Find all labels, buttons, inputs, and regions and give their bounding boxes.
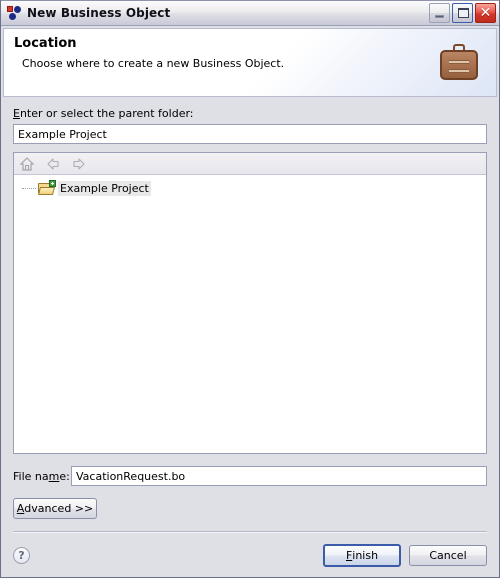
dialog-body: Location Choose where to create a new Bu… [1, 26, 499, 577]
list-item[interactable]: Example Project [14, 179, 486, 197]
finish-label-text: inish [352, 548, 379, 562]
briefcase-icon [440, 44, 478, 80]
title-bar: New Business Object ✕ [1, 0, 499, 26]
filename-label-pre: File na [13, 469, 49, 483]
page-description: Choose where to create a new Business Ob… [22, 57, 285, 70]
filename-label: File name: [13, 470, 71, 483]
home-icon[interactable] [19, 156, 35, 172]
forward-arrow-icon[interactable] [71, 156, 87, 172]
help-icon[interactable]: ? [13, 546, 30, 564]
wizard-banner: Location Choose where to create a new Bu… [3, 28, 497, 97]
cancel-button[interactable]: Cancel [409, 544, 487, 566]
parent-folder-input[interactable] [13, 124, 487, 144]
filename-label-post: e: [59, 469, 70, 483]
folder-tree-panel: Example Project [13, 152, 487, 454]
filename-input[interactable] [71, 466, 487, 486]
filename-label-mnemonic: m [48, 469, 60, 483]
dialog-content: Enter or select the parent folder: Examp… [1, 97, 499, 533]
window-title: New Business Object [27, 6, 171, 20]
window-controls: ✕ [429, 3, 496, 23]
advanced-label-mnemonic: A [16, 502, 25, 515]
parent-folder-label: Enter or select the parent folder: [13, 107, 487, 120]
dialog-window: New Business Object ✕ Location Choose wh… [0, 0, 500, 578]
parent-folder-label-text: nter or select the parent folder: [19, 107, 194, 120]
back-arrow-icon[interactable] [45, 156, 61, 172]
close-icon[interactable]: ✕ [475, 3, 496, 23]
filename-row: File name: [13, 466, 487, 486]
tree-toolbar [14, 153, 486, 175]
dialog-footer: ? Finish Cancel [1, 533, 499, 577]
tree-item-label: Example Project [58, 180, 151, 196]
tree-area[interactable]: Example Project [14, 175, 486, 453]
minimize-icon[interactable] [429, 3, 450, 23]
maximize-icon[interactable] [452, 3, 473, 23]
advanced-button[interactable]: Advanced >> [13, 498, 97, 519]
advanced-label-text: dvanced >> [24, 502, 94, 515]
parent-folder-label-mnemonic: E [13, 107, 20, 120]
page-title: Location [14, 36, 77, 51]
business-object-icon [6, 5, 22, 21]
finish-button[interactable]: Finish [323, 543, 401, 567]
open-folder-icon [38, 179, 56, 196]
tree-connector-icon [20, 180, 38, 196]
